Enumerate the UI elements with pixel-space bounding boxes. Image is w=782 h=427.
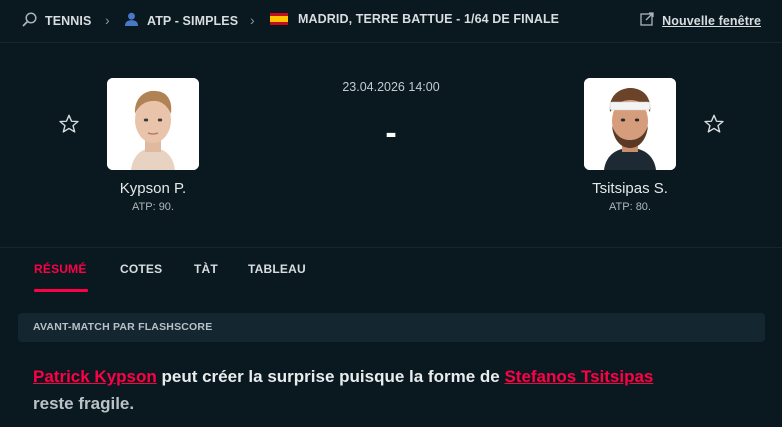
tennis-racket-icon xyxy=(22,12,37,30)
preview-header: AVANT-MATCH PAR FLASHSCORE xyxy=(18,313,765,342)
favorite-star-icon[interactable] xyxy=(703,113,725,135)
tab-tat[interactable]: TÀT xyxy=(194,262,218,276)
chevron-right-icon: › xyxy=(105,12,110,28)
external-window-icon xyxy=(640,12,654,29)
player-link-tsitsipas[interactable]: Stefanos Tsitsipas xyxy=(504,367,653,386)
away-player-rank: ATP: 80. xyxy=(609,201,651,213)
spain-flag-icon xyxy=(270,13,288,25)
breadcrumb: TENNIS › ATP - SIMPLES › MADRID, TERRE B… xyxy=(0,0,782,43)
match-header: Kypson P. ATP: 90. 23.04.2026 14:00 - Ts… xyxy=(0,43,782,248)
chevron-right-icon: › xyxy=(250,12,255,28)
match-tabs: RÉSUMÉ COTES TÀT TABLEAU xyxy=(0,248,782,296)
preview-text-part2: reste fragile. xyxy=(33,394,135,413)
player-link-kypson[interactable]: Patrick Kypson xyxy=(33,367,157,386)
preview-text-part1: peut créer la surprise puisque la forme … xyxy=(156,367,505,386)
breadcrumb-sport-label: TENNIS xyxy=(45,14,92,28)
tab-tableau[interactable]: TABLEAU xyxy=(248,262,306,276)
away-player-photo[interactable] xyxy=(584,78,676,170)
tab-resume[interactable]: RÉSUMÉ xyxy=(34,262,87,276)
tab-cotes[interactable]: COTES xyxy=(120,262,162,276)
breadcrumb-category-label: ATP - SIMPLES xyxy=(147,14,239,28)
breadcrumb-tournament[interactable]: MADRID, TERRE BATTUE - 1/64 DE FINALE xyxy=(270,12,559,26)
preview-title: AVANT-MATCH PAR FLASHSCORE xyxy=(33,321,213,333)
home-player-name[interactable]: Kypson P. xyxy=(73,180,233,197)
person-icon xyxy=(124,12,139,30)
home-player-rank: ATP: 90. xyxy=(132,201,174,213)
new-window-label: Nouvelle fenêtre xyxy=(662,13,761,28)
breadcrumb-tournament-label: MADRID, TERRE BATTUE - 1/64 DE FINALE xyxy=(298,12,560,26)
breadcrumb-sport[interactable]: TENNIS xyxy=(22,12,91,30)
breadcrumb-category[interactable]: ATP - SIMPLES xyxy=(124,12,238,30)
new-window-link[interactable]: Nouvelle fenêtre xyxy=(640,12,761,29)
active-tab-indicator xyxy=(34,289,88,292)
preview-text: Patrick Kypson peut créer la surprise pu… xyxy=(33,363,753,417)
away-player-name[interactable]: Tsitsipas S. xyxy=(550,180,710,197)
